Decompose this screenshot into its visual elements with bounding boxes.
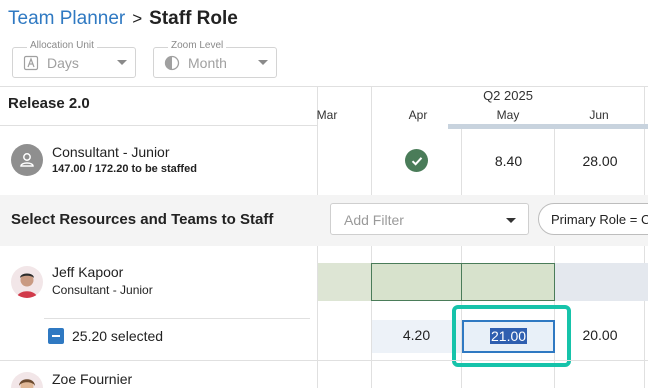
resource-name: Zoe Fournier <box>52 371 133 387</box>
zoom-level-value: Month <box>188 54 227 71</box>
avatar <box>11 266 43 298</box>
month-label: Jun <box>589 108 609 122</box>
allocation-april <box>371 263 462 301</box>
chevron-down-icon <box>258 60 268 65</box>
section-title: Select Resources and Teams to Staff <box>11 211 274 228</box>
half-circle-icon <box>164 55 180 71</box>
month-label: May <box>496 108 520 122</box>
avatar <box>11 372 43 388</box>
row-divider <box>44 318 310 319</box>
primary-role-filter-chip[interactable]: Primary Role = C <box>538 203 648 235</box>
quarter-bar <box>448 124 648 129</box>
add-filter-select[interactable]: Add Filter <box>330 203 529 235</box>
allocation-unit-select[interactable]: Allocation Unit Days <box>12 40 136 78</box>
role-staffing-summary: 147.00 / 172.20 to be staffed <box>52 163 197 175</box>
focus-highlight <box>452 305 571 367</box>
breadcrumb-team-planner[interactable]: Team Planner <box>8 8 125 30</box>
page-title: Staff Role <box>149 8 238 29</box>
role-title: Consultant - Junior <box>52 144 170 160</box>
allocation-march <box>318 263 371 301</box>
april-value: 4.20 <box>402 327 431 343</box>
month-label: Apr <box>408 108 428 122</box>
selected-total: 25.20 selected <box>72 328 164 344</box>
toolbar-divider <box>0 86 648 87</box>
release-title: Release 2.0 <box>8 95 90 112</box>
zoom-level-label: Zoom Level <box>168 40 227 51</box>
role-jun-value: 28.00 <box>582 153 618 169</box>
row-divider <box>0 125 318 126</box>
chevron-down-icon <box>117 60 127 65</box>
allocation-unit-label: Allocation Unit <box>27 40 97 51</box>
add-filter-placeholder: Add Filter <box>344 212 404 228</box>
resource-name: Jeff Kapoor <box>52 264 124 280</box>
allocation-unit-value: Days <box>47 54 79 71</box>
resource-role: Consultant - Junior <box>52 283 153 297</box>
caret-down-icon <box>506 218 516 223</box>
breadcrumb-separator: > <box>132 9 143 28</box>
allocation-may <box>461 263 555 301</box>
role-may-value: 8.40 <box>494 153 523 169</box>
check-circle-icon <box>405 149 428 172</box>
role-avatar <box>11 144 43 176</box>
letter-a-icon <box>23 55 39 71</box>
month-label: Mar <box>316 108 338 122</box>
selection-checkbox[interactable] <box>48 328 64 344</box>
zoom-level-select[interactable]: Zoom Level Month <box>153 40 277 78</box>
quarter-label: Q2 2025 <box>483 88 533 103</box>
person-icon <box>20 153 34 167</box>
breadcrumb: Team Planner > Staff Role <box>8 6 238 32</box>
row-divider <box>0 360 648 361</box>
